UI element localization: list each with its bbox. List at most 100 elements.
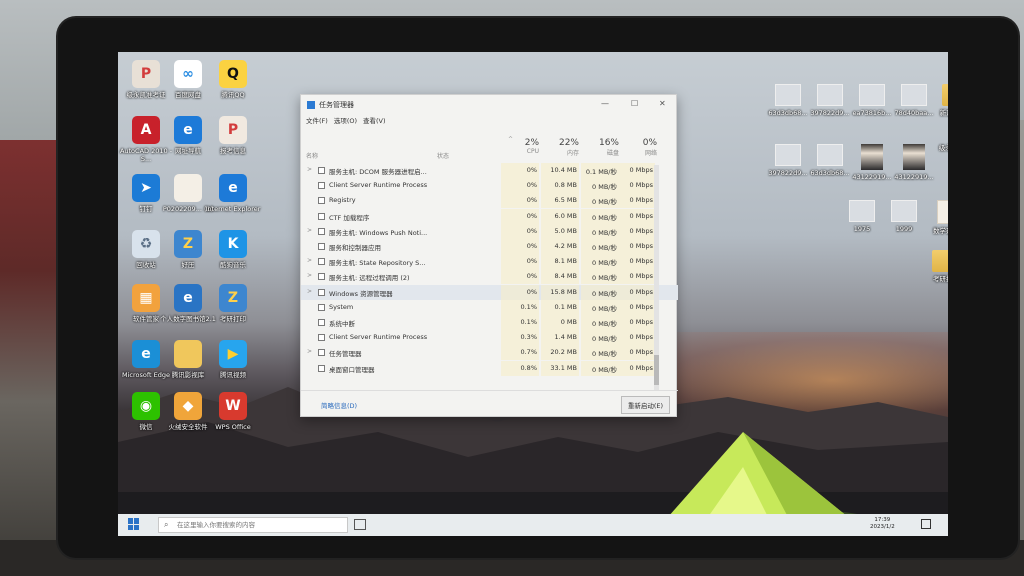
process-disk: 0 MB/秒 xyxy=(592,350,617,359)
process-icon xyxy=(318,182,325,190)
desktop-icon[interactable]: 数学建会 xyxy=(916,200,948,235)
process-cpu: 0% xyxy=(526,257,537,266)
process-list-scrollbar[interactable] xyxy=(654,165,659,391)
wechat-icon: ◉ xyxy=(132,392,160,420)
desktop-icon[interactable]: 新建文件夹 xyxy=(926,84,948,117)
menu-view[interactable]: 查看(V) xyxy=(363,115,386,127)
process-mem: 0.8 MB xyxy=(554,181,577,190)
process-row[interactable]: > 服务主机: Windows Push Noti... 0% 5.0 MB 0 MB/… xyxy=(301,223,678,239)
clock-time: 17:39 xyxy=(874,517,891,523)
process-cpu: 0% xyxy=(526,196,537,205)
process-name: 服务和控制器应用 xyxy=(329,244,381,252)
process-cpu: 0.3% xyxy=(520,333,537,342)
process-row[interactable]: > 服务主机: 远程过程调用 (2) 0% 8.4 MB 0 MB/秒 0 Mbps xyxy=(301,269,678,285)
task-view-icon[interactable] xyxy=(354,519,366,530)
expand-chevron-icon[interactable]: > xyxy=(307,166,312,173)
process-row[interactable]: 桌面窗口管理器 0.8% 33.1 MB 0 MB/秒 0 Mbps xyxy=(301,360,678,376)
photo-thumbnail-icon xyxy=(861,144,883,170)
process-row[interactable]: 系统中断 0.1% 0 MB 0 MB/秒 0 Mbps xyxy=(301,315,678,330)
process-icon xyxy=(318,197,325,205)
folder-icon xyxy=(942,84,948,106)
scrollbar-thumb[interactable] xyxy=(654,355,659,385)
desktop-icon[interactable]: P 报考信息 xyxy=(203,116,263,155)
ie-icon: e xyxy=(174,116,202,144)
process-cpu: 0% xyxy=(526,242,537,250)
process-row[interactable]: Registry 0% 6.5 MB 0 MB/秒 0 Mbps xyxy=(301,193,678,209)
close-button[interactable]: ✕ xyxy=(659,99,666,108)
process-disk: 0 MB/秒 xyxy=(592,213,617,222)
process-cpu: 0% xyxy=(526,287,537,296)
fewer-details-link[interactable]: 简略信息(D) xyxy=(321,400,357,410)
expand-chevron-icon[interactable]: > xyxy=(307,227,312,234)
process-net: 0 Mbps xyxy=(629,348,653,357)
baidu-netdisk-icon: ∞ xyxy=(174,60,202,88)
expand-chevron-icon[interactable]: > xyxy=(307,257,312,264)
process-mem: 5.0 MB xyxy=(554,226,577,235)
task-manager-window[interactable]: 任务管理器 — ☐ ✕ 文件(F) 选项(O) 查看(V) 名称 状态 ^ 2%… xyxy=(300,94,678,417)
desktop-icon[interactable]: ▶ 腾讯视频 xyxy=(203,340,263,379)
process-mem: 15.8 MB xyxy=(550,287,577,296)
process-disk: 0 MB/秒 xyxy=(592,304,617,313)
desktop-icon-label: 数学建会 xyxy=(933,227,948,235)
notification-icon[interactable] xyxy=(921,519,931,529)
menu-bar: 文件(F) 选项(O) 查看(V) xyxy=(301,115,676,127)
process-net: 0 Mbps xyxy=(629,318,653,326)
process-row[interactable]: > 服务主机: DCOM 服务器进程启... 0% 10.4 MB 0.1 MB/秒 0 … xyxy=(301,163,678,178)
cpu-percent: 2% xyxy=(524,138,539,148)
process-icon xyxy=(318,319,325,326)
autocad-icon: A xyxy=(132,116,160,144)
expand-chevron-icon[interactable]: > xyxy=(307,348,312,355)
process-cpu: 0% xyxy=(526,211,537,220)
column-network[interactable]: 0% 网络 xyxy=(619,138,657,157)
column-memory[interactable]: 22% 内存 xyxy=(541,138,579,157)
column-cpu[interactable]: 2% CPU xyxy=(501,138,539,155)
restart-button[interactable]: 重新启动(E) xyxy=(620,396,670,414)
menu-file[interactable]: 文件(F) xyxy=(306,115,328,127)
process-row[interactable]: Client Server Runtime Process 0% 0.8 MB 0 M… xyxy=(301,178,678,194)
recycle-bin-icon: ♻ xyxy=(132,230,160,258)
desktop-icon[interactable]: Q 腾讯QQ xyxy=(203,60,263,99)
desktop-icon[interactable]: W WPS Office xyxy=(203,392,263,431)
qq-icon: Q xyxy=(219,60,247,88)
maximize-button[interactable]: ☐ xyxy=(631,99,638,108)
column-name[interactable]: 名称 xyxy=(306,151,318,160)
expand-chevron-icon[interactable]: > xyxy=(307,272,312,279)
edge-icon: e xyxy=(132,340,160,368)
desktop-icon[interactable]: 级永凯 发调 xyxy=(926,144,948,152)
desktop-icon-label: 腾讯视频 xyxy=(220,371,246,379)
desktop-icon[interactable]: Z 考研打印 xyxy=(203,284,263,323)
menu-options[interactable]: 选项(O) xyxy=(334,115,357,127)
process-icon xyxy=(318,258,325,266)
process-mem: 6.0 MB xyxy=(554,211,577,220)
process-name: Client Server Runtime Process xyxy=(329,181,428,190)
clock[interactable]: 17:39 2023/1/2 xyxy=(870,517,895,531)
column-disk[interactable]: 16% 磁盘 xyxy=(581,138,619,157)
process-row[interactable]: > 任务管理器 0.7% 20.2 MB 0 MB/秒 0 Mbps xyxy=(301,345,678,361)
title-bar[interactable]: 任务管理器 — ☐ ✕ xyxy=(301,95,676,115)
process-row[interactable]: System 0.1% 0.1 MB 0 MB/秒 0 Mbps xyxy=(301,299,678,315)
search-box[interactable]: ⌕ 在这里输入你要搜索的内容 xyxy=(158,517,348,533)
desktop-icon-label: 43122919... xyxy=(894,173,934,181)
desktop-icon[interactable]: e Internet Explorer xyxy=(203,174,263,213)
desktop-icon[interactable]: 考研打印 xyxy=(916,250,948,283)
process-cpu: 0.7% xyxy=(520,348,537,357)
process-mem: 1.4 MB xyxy=(554,333,577,342)
process-name: 服务主机: State Repository S... xyxy=(329,259,426,268)
process-disk: 0 MB/秒 xyxy=(592,183,617,192)
start-button[interactable] xyxy=(128,518,140,530)
process-row[interactable]: CTF 加载程序 0% 6.0 MB 0 MB/秒 0 Mbps xyxy=(301,208,678,224)
column-status[interactable]: 状态 xyxy=(437,151,449,160)
desktop-icon-label: 考研打印 xyxy=(220,315,246,323)
process-mem: 8.4 MB xyxy=(554,272,577,281)
minimize-button[interactable]: — xyxy=(601,99,609,108)
desktop-icon[interactable]: K 酷狗音乐 xyxy=(203,230,263,269)
column-header: 名称 状态 ^ 2% CPU 22% 内存 16% 磁盘 0% 网络 xyxy=(301,131,678,163)
process-disk: 0.1 MB/秒 xyxy=(585,168,617,176)
process-row[interactable]: > Windows 资源管理器 0% 15.8 MB 0 MB/秒 0 Mbps xyxy=(301,284,678,300)
expand-chevron-icon[interactable]: > xyxy=(307,288,312,295)
process-row[interactable]: Client Server Runtime Process 0.3% 1.4 MB 0… xyxy=(301,330,678,346)
process-row[interactable]: > 服务主机: State Repository S... 0% 8.1 MB 0 MB… xyxy=(301,254,678,270)
desktop-screen: P 级永凯准考证 ∞ 百度网盘 Q 腾讯QQ A AutoCAD 2010 - S... e 网址… xyxy=(118,52,948,536)
image-thumbnail-icon xyxy=(849,200,875,222)
process-row[interactable]: 服务和控制器应用 0% 4.2 MB 0 MB/秒 0 Mbps xyxy=(301,239,678,254)
